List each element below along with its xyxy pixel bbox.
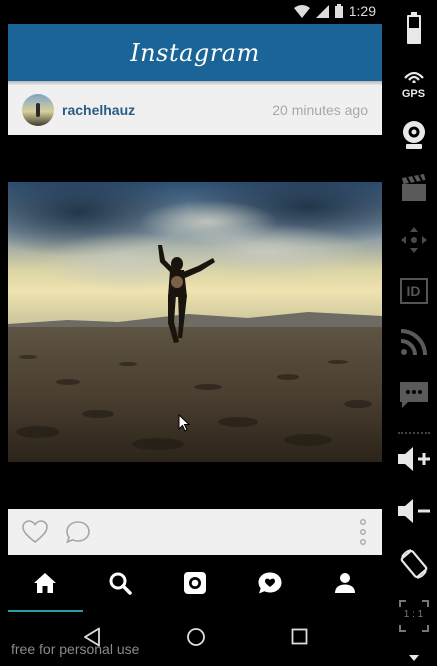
ratio-label: 1 : 1: [403, 609, 424, 620]
pixel-perfect-button[interactable]: 1 : 1: [390, 598, 437, 634]
more-options-icon[interactable]: [360, 519, 366, 550]
volume-down-button[interactable]: [390, 498, 437, 529]
post-timestamp: 20 minutes ago: [272, 102, 368, 118]
avatar[interactable]: [22, 94, 54, 126]
home-icon: [33, 572, 57, 599]
status-time: 1:29: [348, 3, 376, 19]
dpad-button[interactable]: [390, 226, 437, 259]
volume-up-icon: [397, 446, 431, 477]
rotate-button[interactable]: [390, 547, 437, 586]
tab-search[interactable]: [83, 555, 158, 615]
volume-down-icon: [397, 498, 431, 529]
like-heart-icon[interactable]: [22, 520, 48, 549]
id-card-icon: ID: [399, 278, 428, 304]
battery-icon: [334, 4, 343, 18]
screencast-button[interactable]: [390, 174, 437, 207]
device-id-button[interactable]: ID: [390, 278, 437, 304]
post-photo[interactable]: [8, 182, 382, 462]
webcam-button[interactable]: [390, 120, 437, 155]
app-bar: Instagram: [8, 24, 382, 81]
tab-activity[interactable]: [232, 555, 307, 615]
bottom-navigation: [8, 555, 382, 615]
emulator-side-panel: GPS ID 1: 1: [390, 0, 437, 663]
watermark-text: free for personal use: [11, 641, 140, 657]
post-username[interactable]: rachelhauz: [62, 102, 135, 118]
battery-icon: [406, 12, 421, 49]
tab-camera[interactable]: [158, 555, 233, 615]
app-title: Instagram: [130, 38, 260, 67]
chevron-down-icon: [408, 648, 419, 666]
message-bubble-icon: [399, 380, 429, 415]
gps-signal-icon: [403, 70, 424, 88]
webcam-icon: [401, 120, 427, 155]
volume-up-button[interactable]: [390, 446, 437, 477]
home-button-icon[interactable]: [186, 627, 206, 652]
dpad-arrows-icon: [400, 226, 428, 259]
search-icon: [108, 571, 132, 600]
status-bar: 1:29: [8, 0, 382, 24]
gps-label: GPS: [401, 88, 426, 100]
panel-collapse-button[interactable]: [390, 648, 437, 666]
battery-button[interactable]: [390, 12, 437, 49]
wifi-icon: [293, 4, 310, 18]
gps-button[interactable]: GPS: [390, 70, 437, 100]
selected-tab-indicator: [8, 610, 83, 612]
post-media[interactable]: [8, 135, 382, 509]
sms-button[interactable]: [390, 380, 437, 415]
status-icons: 1:29: [293, 3, 376, 19]
profile-icon: [334, 572, 356, 599]
recent-apps-icon[interactable]: [291, 628, 308, 650]
tab-home[interactable]: [8, 555, 83, 615]
activity-heart-icon: [257, 571, 283, 600]
device-screen: 1:29 Instagram rachelhauz 20 minutes ago: [0, 0, 390, 663]
clapperboard-icon: [401, 174, 427, 207]
comment-bubble-icon[interactable]: [65, 520, 91, 549]
tab-profile[interactable]: [307, 555, 382, 615]
rss-wave-icon: [400, 328, 428, 361]
post-actions: [8, 509, 382, 555]
network-button[interactable]: [390, 328, 437, 361]
rotate-device-icon: [398, 547, 430, 586]
signal-icon: [315, 4, 329, 18]
side-panel-divider: [398, 432, 430, 435]
camera-icon: [183, 571, 207, 600]
mouse-cursor-icon: [178, 413, 191, 437]
scale-corners-icon: 1 : 1: [398, 600, 429, 632]
post-header: rachelhauz 20 minutes ago: [8, 85, 382, 135]
